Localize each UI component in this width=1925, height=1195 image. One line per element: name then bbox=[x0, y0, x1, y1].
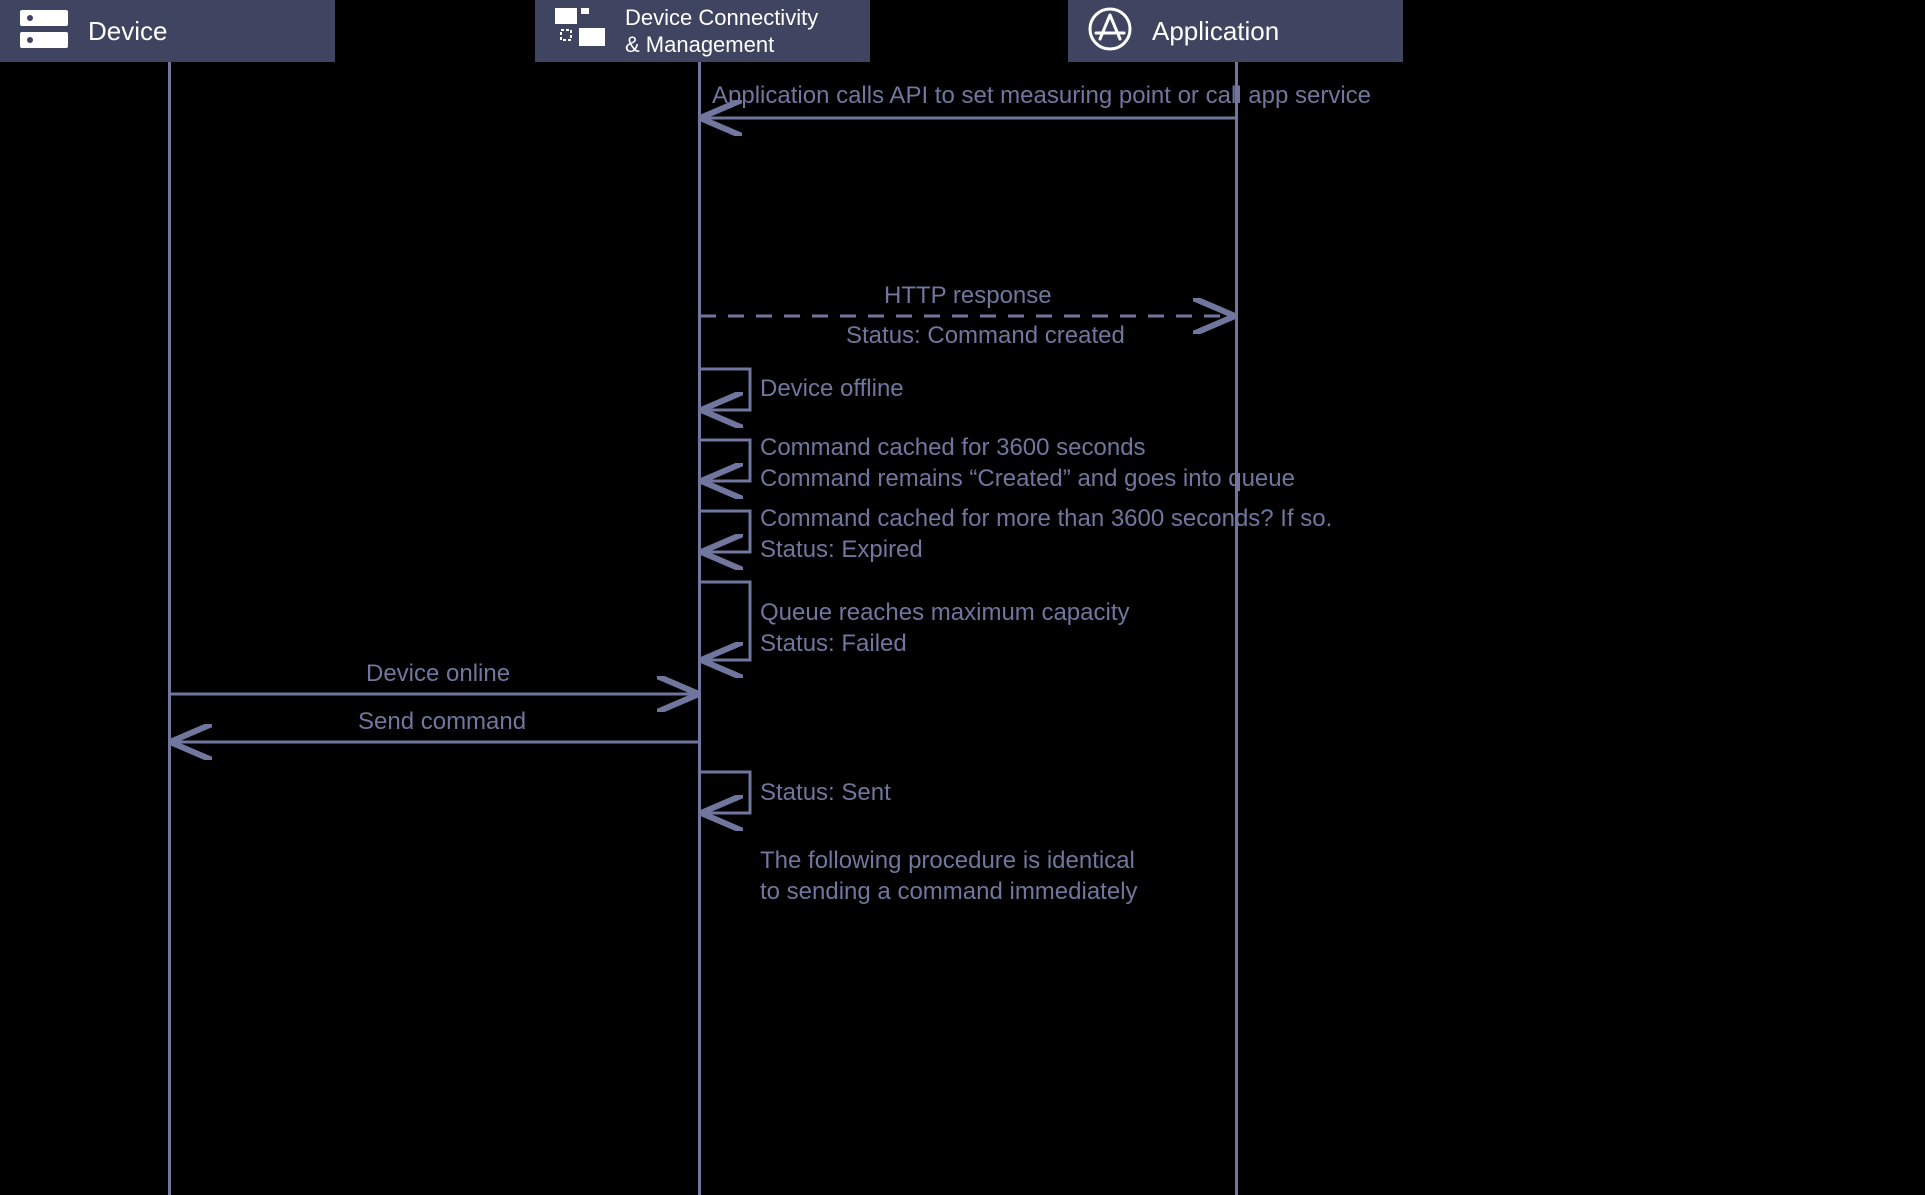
participant-device-title: Device bbox=[88, 16, 167, 47]
participant-device-header: Device bbox=[0, 0, 335, 62]
label-queue-full: Queue reaches maximum capacityStatus: Fa… bbox=[760, 597, 1130, 659]
label-http-response: HTTP response bbox=[884, 282, 1052, 310]
lifeline-dcm bbox=[698, 62, 701, 1195]
connectivity-icon bbox=[555, 8, 605, 55]
app-store-icon bbox=[1088, 7, 1132, 56]
lifeline-app bbox=[1235, 62, 1238, 1195]
label-device-offline: Device offline bbox=[760, 375, 904, 403]
label-cached1: Command cached for 3600 secondsCommand r… bbox=[760, 432, 1295, 494]
label-send-command: Send command bbox=[358, 708, 526, 736]
server-icon bbox=[20, 10, 68, 53]
label-device-online: Device online bbox=[366, 660, 510, 688]
label-cached2: Command cached for more than 3600 second… bbox=[760, 503, 1332, 565]
label-api-call: Application calls API to set measuring p… bbox=[712, 82, 1371, 110]
lifeline-device bbox=[168, 62, 171, 1195]
participant-dcm-title: Device Connectivity & Management bbox=[625, 4, 818, 59]
label-status-sent: Status: Sent bbox=[760, 779, 891, 807]
participant-app-title: Application bbox=[1152, 16, 1279, 47]
participant-dcm-header: Device Connectivity & Management bbox=[535, 0, 870, 62]
participant-app-header: Application bbox=[1068, 0, 1403, 62]
label-status-created: Status: Command created bbox=[846, 322, 1125, 350]
label-footer: The following procedure is identicalto s… bbox=[760, 845, 1138, 907]
